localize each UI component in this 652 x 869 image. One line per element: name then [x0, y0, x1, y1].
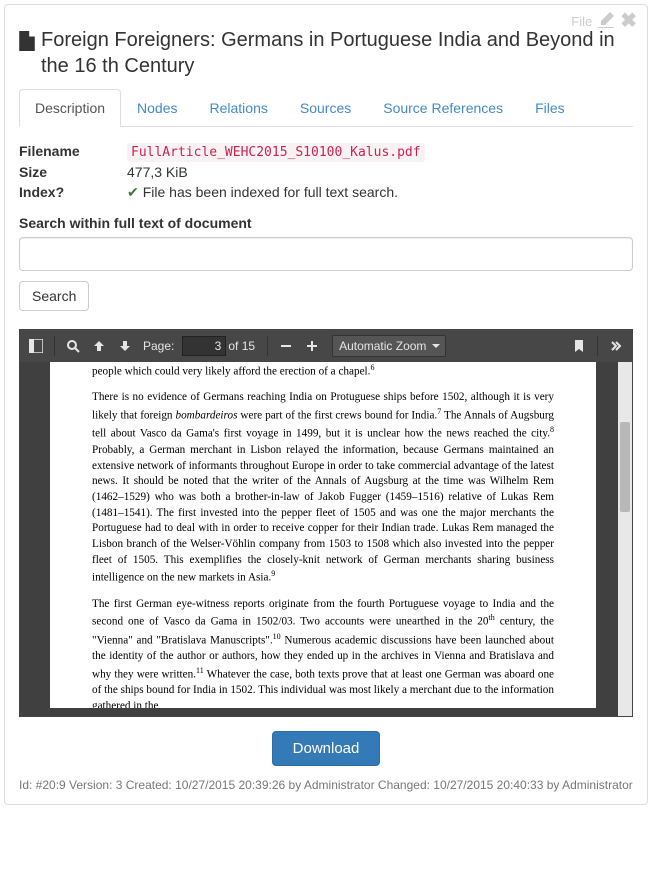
tab-source-references[interactable]: Source References [367, 89, 519, 127]
prev-page-icon[interactable] [87, 334, 111, 358]
filename-value: FullArticle_WEHC2015_S10100_Kalus.pdf [127, 143, 425, 162]
tab-sources[interactable]: Sources [284, 89, 367, 127]
tab-nodes[interactable]: Nodes [121, 89, 193, 127]
page-count: of 15 [228, 339, 255, 353]
tab-relations[interactable]: Relations [194, 89, 284, 127]
page-number-input[interactable] [182, 336, 226, 356]
tabs: Description Nodes Relations Sources Sour… [19, 89, 633, 127]
index-status: File has been indexed for full text sear… [143, 184, 398, 200]
page-label: Page: [143, 339, 174, 353]
download-button[interactable]: Download [272, 731, 381, 766]
file-icon [19, 31, 35, 51]
search-input[interactable] [19, 237, 633, 271]
sidebar-toggle-icon[interactable] [24, 334, 48, 358]
zoom-in-icon[interactable] [300, 334, 324, 358]
filename-label: Filename [19, 143, 127, 160]
search-label: Search within full text of document [19, 215, 633, 231]
check-icon: ✔ [127, 184, 139, 200]
pdf-page: people which could very likely afford th… [50, 362, 596, 708]
scrollbar-thumb[interactable] [620, 422, 630, 512]
size-label: Size [19, 164, 127, 180]
tab-description[interactable]: Description [19, 89, 121, 127]
zoom-out-icon[interactable] [274, 334, 298, 358]
pdf-viewer: Page: of 15 Automatic Zoom people which … [19, 329, 633, 717]
record-footer: Id: #20:9 Version: 3 Created: 10/27/2015… [19, 776, 633, 794]
file-type-label: File [571, 14, 592, 29]
index-label: Index? [19, 184, 127, 201]
pdf-toolbar: Page: of 15 Automatic Zoom [20, 330, 632, 362]
find-icon[interactable] [61, 334, 85, 358]
tab-files[interactable]: Files [519, 89, 581, 127]
next-page-icon[interactable] [113, 334, 137, 358]
zoom-select[interactable]: Automatic Zoom [332, 335, 446, 357]
tools-menu-icon[interactable] [604, 334, 628, 358]
bookmark-icon[interactable] [567, 334, 591, 358]
search-button[interactable]: Search [19, 281, 89, 311]
close-icon[interactable]: ✖ [620, 11, 637, 31]
edit-icon[interactable] [598, 12, 614, 31]
scrollbar[interactable] [618, 362, 632, 716]
meta-table: Filename FullArticle_WEHC2015_S10100_Kal… [19, 143, 633, 201]
size-value: 477,3 KiB [127, 164, 633, 180]
page-title: Foreign Foreigners: Germans in Portugues… [41, 27, 633, 79]
